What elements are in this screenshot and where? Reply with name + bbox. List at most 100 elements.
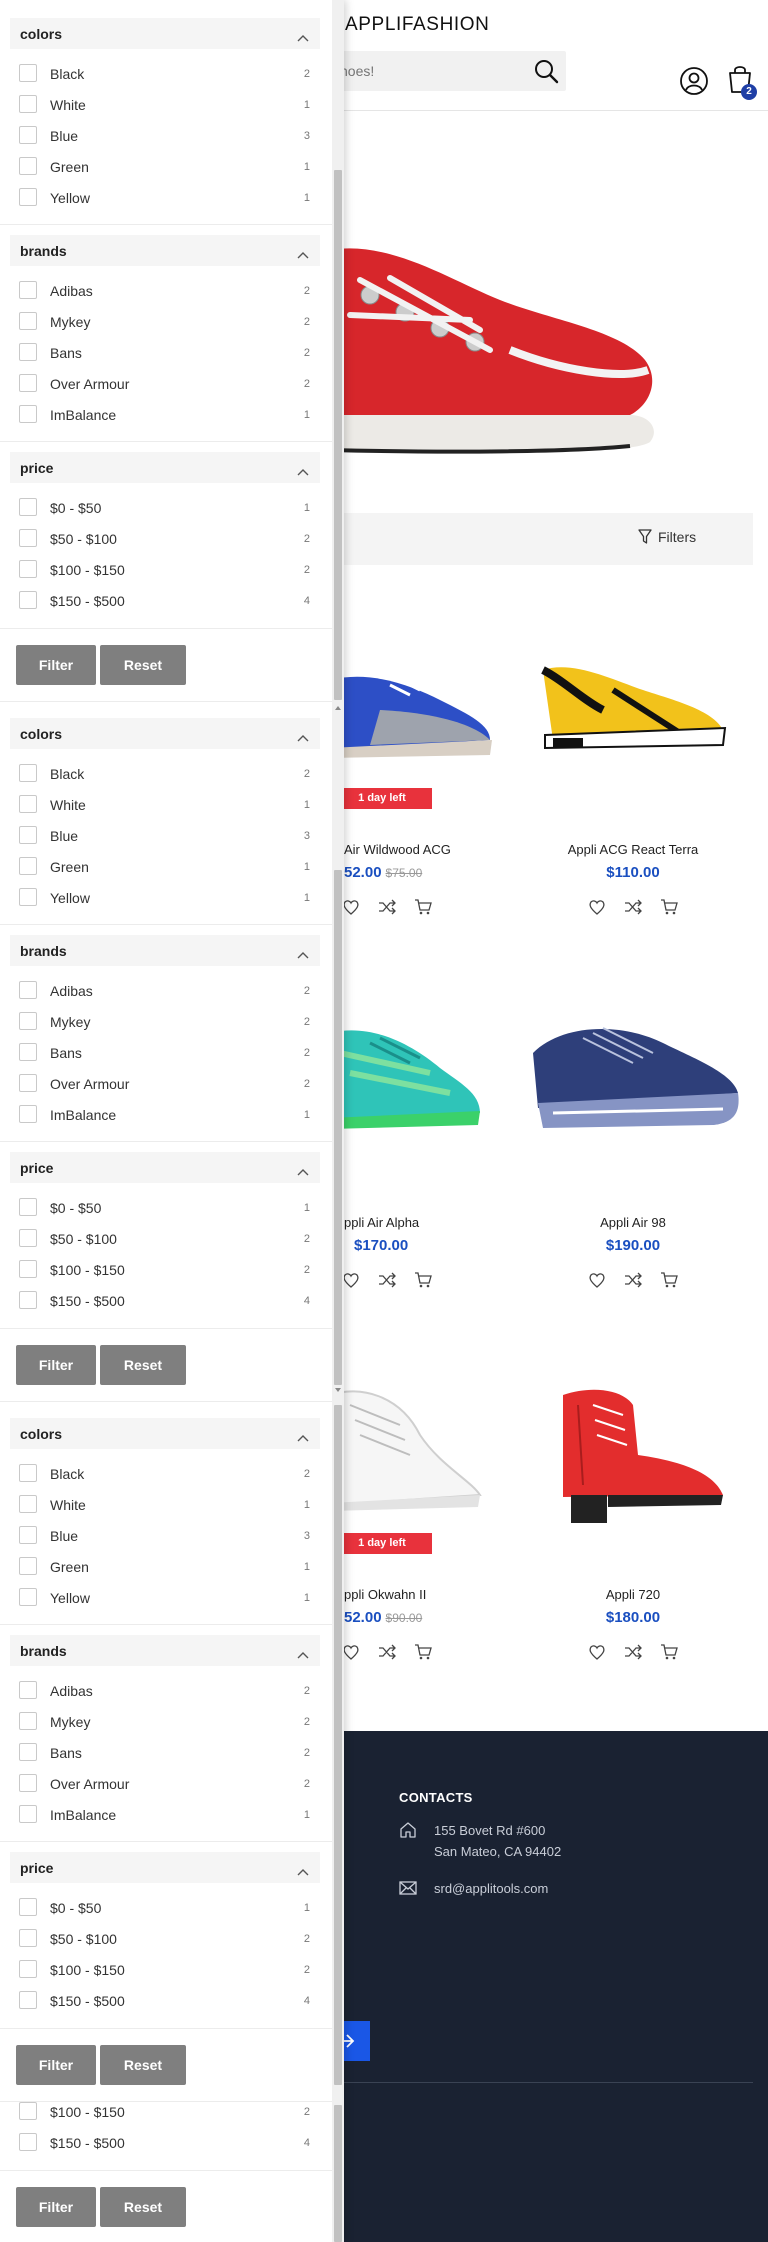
checkbox[interactable] xyxy=(19,374,37,392)
product-image[interactable] xyxy=(330,640,550,780)
chevron-up-icon[interactable] xyxy=(297,1163,309,1176)
scrollbar-thumb[interactable] xyxy=(334,170,342,700)
checkbox[interactable] xyxy=(19,888,37,906)
filter-option[interactable]: Green 1 xyxy=(0,855,332,877)
search-input[interactable] xyxy=(340,51,520,91)
filter-option[interactable]: $150 - $500 4 xyxy=(0,1289,332,1311)
checkbox[interactable] xyxy=(19,591,37,609)
chevron-up-icon[interactable] xyxy=(297,1429,309,1442)
compare-shuffle-icon[interactable] xyxy=(624,898,642,916)
scrollbar-thumb[interactable] xyxy=(334,870,342,1385)
chevron-up-icon[interactable] xyxy=(297,246,309,259)
checkbox[interactable] xyxy=(19,2133,37,2151)
checkbox[interactable] xyxy=(19,1012,37,1030)
filter-option[interactable]: $150 - $500 4 xyxy=(0,589,332,611)
add-to-cart-icon[interactable] xyxy=(414,1643,432,1661)
filter-option[interactable]: Black 2 xyxy=(0,762,332,784)
filter-option[interactable]: White 1 xyxy=(0,793,332,815)
heart-icon[interactable] xyxy=(342,1271,360,1289)
filter-option[interactable]: $100 - $150 2 xyxy=(0,1258,332,1280)
checkbox[interactable] xyxy=(19,1526,37,1544)
add-to-cart-icon[interactable] xyxy=(660,898,678,916)
heart-icon[interactable] xyxy=(342,1643,360,1661)
filter-option[interactable]: Over Armour 2 xyxy=(0,1072,332,1094)
reset-button[interactable]: Reset xyxy=(100,2187,186,2227)
checkbox[interactable] xyxy=(19,312,37,330)
product-image[interactable] xyxy=(523,640,743,780)
filter-option[interactable]: $150 - $500 4 xyxy=(0,1989,332,2011)
checkbox[interactable] xyxy=(19,1774,37,1792)
filter-option[interactable]: $100 - $150 2 xyxy=(0,1958,332,1980)
checkbox[interactable] xyxy=(19,498,37,516)
checkbox[interactable] xyxy=(19,1681,37,1699)
checkbox[interactable] xyxy=(19,795,37,813)
filter-option[interactable]: $100 - $150 2 xyxy=(0,2100,332,2122)
filter-option[interactable]: Mykey 2 xyxy=(0,310,332,332)
reset-button[interactable]: Reset xyxy=(100,645,186,685)
filter-button[interactable]: Filter xyxy=(16,1345,96,1385)
filter-option[interactable]: Adibas 2 xyxy=(0,279,332,301)
checkbox[interactable] xyxy=(19,281,37,299)
filter-group-header[interactable]: brands xyxy=(10,1635,320,1666)
compare-shuffle-icon[interactable] xyxy=(378,1271,396,1289)
checkbox[interactable] xyxy=(19,1074,37,1092)
checkbox[interactable] xyxy=(19,126,37,144)
brand-logo[interactable]: APPLIFASHION xyxy=(345,14,489,36)
filters-toggle-button[interactable]: Filters xyxy=(638,529,696,545)
checkbox[interactable] xyxy=(19,1898,37,1916)
heart-icon[interactable] xyxy=(588,898,606,916)
checkbox[interactable] xyxy=(19,1960,37,1978)
filter-option[interactable]: Blue 3 xyxy=(0,824,332,846)
checkbox[interactable] xyxy=(19,1929,37,1947)
checkbox[interactable] xyxy=(19,1588,37,1606)
checkbox[interactable] xyxy=(19,1291,37,1309)
checkbox[interactable] xyxy=(19,343,37,361)
filter-group-header[interactable]: brands xyxy=(10,235,320,266)
product-name[interactable]: Appli ACG React Terra xyxy=(523,842,743,857)
filter-option[interactable]: ImBalance 1 xyxy=(0,1103,332,1125)
compare-shuffle-icon[interactable] xyxy=(378,898,396,916)
filter-option[interactable]: Bans 2 xyxy=(0,1741,332,1763)
checkbox[interactable] xyxy=(19,1043,37,1061)
scrollbar[interactable] xyxy=(332,0,344,2242)
contact-email[interactable]: srd@applitools.com xyxy=(434,1881,548,1896)
scroll-up-arrow-icon[interactable] xyxy=(335,705,341,711)
chevron-up-icon[interactable] xyxy=(297,1863,309,1876)
checkbox[interactable] xyxy=(19,560,37,578)
filter-group-header[interactable]: price xyxy=(10,1152,320,1183)
chevron-up-icon[interactable] xyxy=(297,463,309,476)
filter-option[interactable]: Blue 3 xyxy=(0,1524,332,1546)
checkbox[interactable] xyxy=(19,188,37,206)
heart-icon[interactable] xyxy=(588,1271,606,1289)
checkbox[interactable] xyxy=(19,1805,37,1823)
product-image[interactable] xyxy=(329,1385,550,1525)
filter-group-header[interactable]: brands xyxy=(10,935,320,966)
filter-button[interactable]: Filter xyxy=(16,645,96,685)
filter-option[interactable]: Bans 2 xyxy=(0,1041,332,1063)
user-icon[interactable] xyxy=(679,66,709,96)
filter-option[interactable]: $0 - $50 1 xyxy=(0,496,332,518)
filter-button[interactable]: Filter xyxy=(16,2187,96,2227)
filter-option[interactable]: Black 2 xyxy=(0,1462,332,1484)
product-image[interactable] xyxy=(330,1013,550,1153)
checkbox[interactable] xyxy=(19,1229,37,1247)
add-to-cart-icon[interactable] xyxy=(414,898,432,916)
filter-option[interactable]: Adibas 2 xyxy=(0,979,332,1001)
checkbox[interactable] xyxy=(19,64,37,82)
reset-button[interactable]: Reset xyxy=(100,1345,186,1385)
checkbox[interactable] xyxy=(19,1198,37,1216)
filter-group-header[interactable]: price xyxy=(10,452,320,483)
product-image[interactable] xyxy=(523,1385,743,1525)
filter-option[interactable]: $50 - $100 2 xyxy=(0,527,332,549)
filter-group-header[interactable]: colors xyxy=(10,718,320,749)
add-to-cart-icon[interactable] xyxy=(660,1643,678,1661)
filter-option[interactable]: Adibas 2 xyxy=(0,1679,332,1701)
add-to-cart-icon[interactable] xyxy=(414,1271,432,1289)
chevron-up-icon[interactable] xyxy=(297,1646,309,1659)
filter-option[interactable]: Blue 3 xyxy=(0,124,332,146)
checkbox[interactable] xyxy=(19,1105,37,1123)
chevron-up-icon[interactable] xyxy=(297,29,309,42)
filter-group-header[interactable]: colors xyxy=(10,18,320,49)
filter-option[interactable]: White 1 xyxy=(0,93,332,115)
chevron-up-icon[interactable] xyxy=(297,946,309,959)
